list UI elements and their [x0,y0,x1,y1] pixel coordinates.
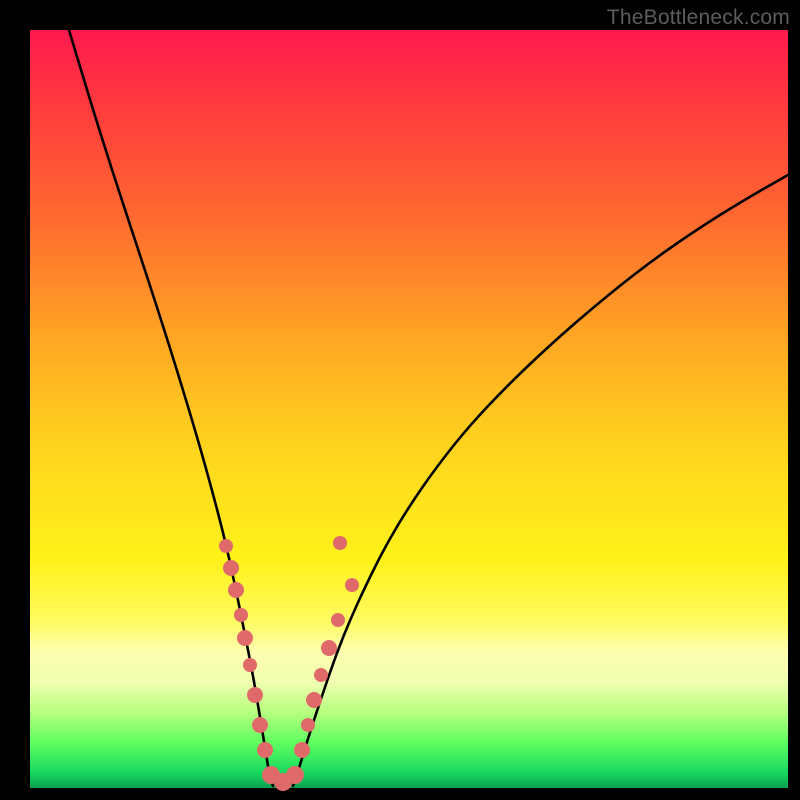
watermark-text: TheBottleneck.com [607,6,790,30]
data-dot [228,582,244,598]
data-dot [257,742,273,758]
data-dot [243,658,257,672]
data-dot [345,578,359,592]
data-dot [234,608,248,622]
data-dot [286,766,304,784]
data-dot [333,536,347,550]
data-dot [294,742,310,758]
data-dot [247,687,263,703]
data-dot [331,613,345,627]
data-dots-group [219,536,359,791]
chart-svg [30,30,788,788]
data-dot [321,640,337,656]
data-dot [314,668,328,682]
chart-plot-area [30,30,788,788]
data-dot [306,692,322,708]
data-dot [301,718,315,732]
data-dot [223,560,239,576]
data-dot [237,630,253,646]
right-curve [293,175,788,786]
data-dot [252,717,268,733]
data-dot [219,539,233,553]
left-curve [69,30,273,786]
